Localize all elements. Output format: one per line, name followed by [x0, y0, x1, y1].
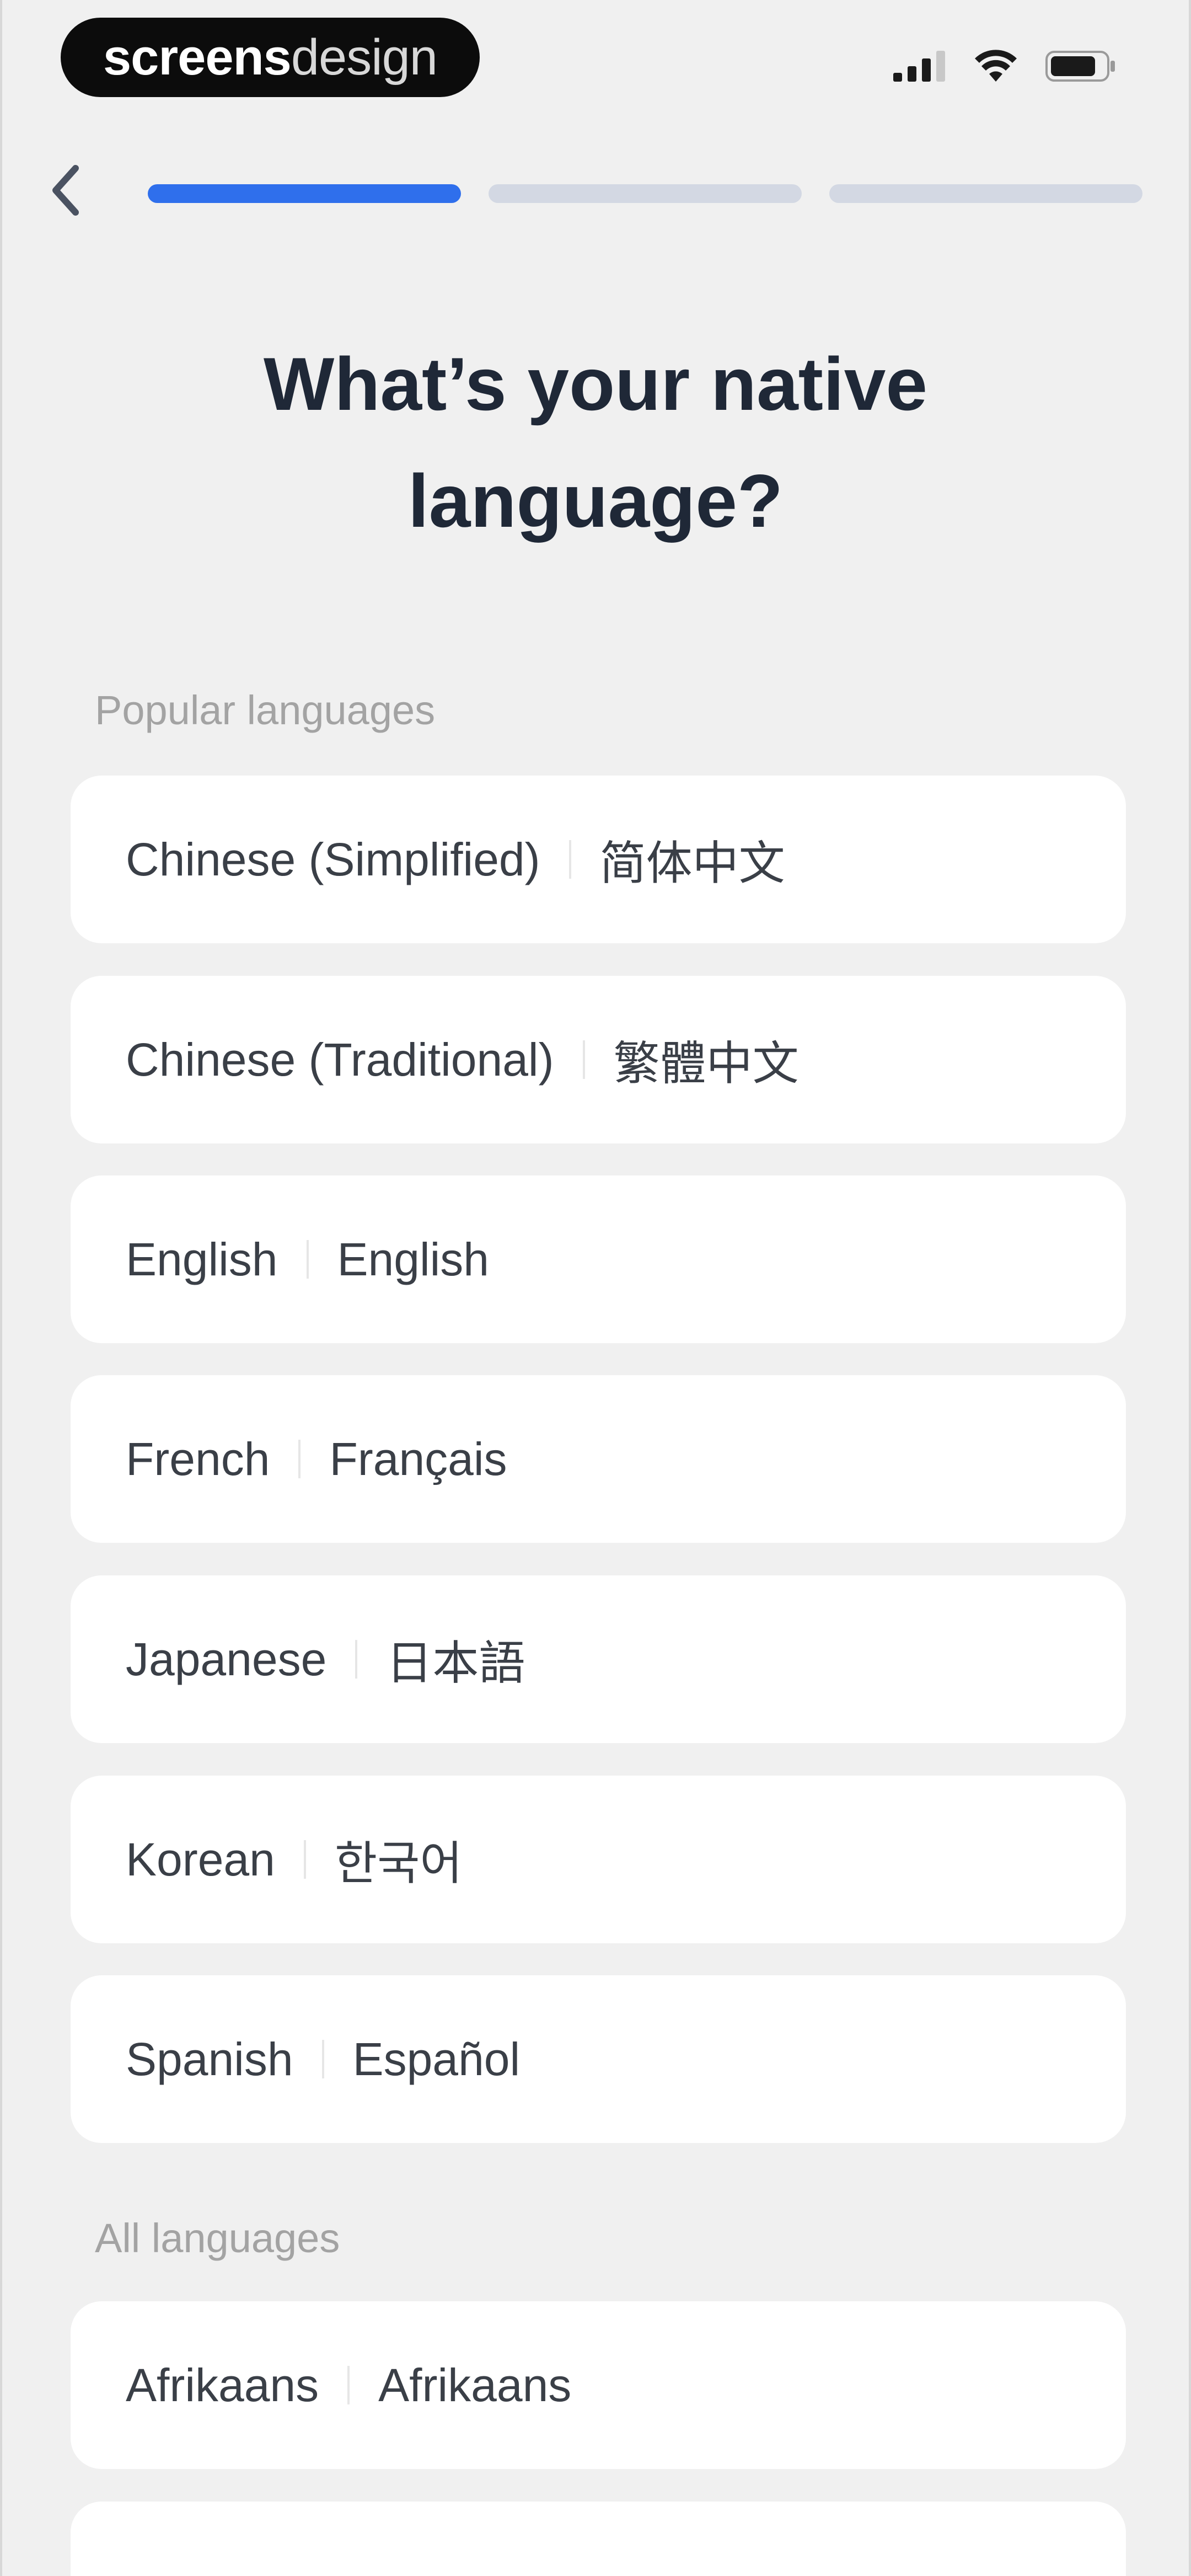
status-bar: screensdesign [2, 0, 1189, 116]
section-label-all: All languages [95, 2215, 340, 2261]
progress-step-1 [148, 184, 461, 203]
language-option-french[interactable]: French Français [71, 1375, 1126, 1543]
language-option-chinese-traditional[interactable]: Chinese (Traditional) 繁體中文 [71, 976, 1126, 1143]
language-name: Japanese [126, 1633, 327, 1685]
progress-step-3 [829, 184, 1142, 203]
language-name: French [126, 1433, 270, 1485]
language-option-afrikaans[interactable]: Afrikaans Afrikaans [71, 2301, 1126, 2469]
brand-badge: screensdesign [61, 18, 480, 97]
language-native-name: 简体中文 [599, 837, 785, 889]
brand-light: design [291, 29, 438, 85]
progress-indicator [148, 184, 1142, 203]
language-name: Korean [126, 1833, 275, 1885]
status-icons [893, 50, 1117, 83]
wifi-icon [974, 50, 1018, 83]
language-native-name: 日本語 [386, 1637, 525, 1689]
divider [321, 2040, 324, 2078]
language-option-chinese-simplified[interactable]: Chinese (Simplified) 简体中文 [71, 776, 1126, 943]
divider [582, 1040, 585, 1079]
language-native-name: Français [329, 1433, 507, 1485]
section-label-popular: Popular languages [95, 687, 436, 733]
language-option-korean[interactable]: Korean 한국어 [71, 1776, 1126, 1943]
brand-logo: screensdesign [103, 29, 438, 87]
divider [303, 1840, 306, 1879]
divider [298, 1440, 301, 1478]
progress-step-2 [489, 184, 802, 203]
divider [306, 1240, 309, 1279]
language-option-japanese[interactable]: Japanese 日本語 [71, 1575, 1126, 1743]
language-native-name: Español [352, 2033, 521, 2085]
language-name: English [126, 1233, 278, 1285]
top-nav [2, 160, 1189, 221]
back-button[interactable] [35, 160, 96, 221]
language-native-name: 繁體中文 [613, 1037, 799, 1089]
language-name: Chinese (Simplified) [126, 833, 540, 885]
language-native-name: Afrikaans [378, 2359, 572, 2411]
battery-icon [1045, 50, 1117, 83]
language-name: Chinese (Traditional) [126, 1033, 554, 1086]
language-option-next[interactable] [71, 2502, 1126, 2576]
divider [568, 840, 571, 879]
page-title: What’s your native language? [263, 342, 928, 543]
language-option-spanish[interactable]: Spanish Español [71, 1975, 1126, 2143]
chevron-left-icon [49, 163, 82, 218]
divider [355, 1640, 358, 1679]
language-name: Afrikaans [126, 2359, 319, 2411]
language-native-name: 한국어 [334, 1837, 463, 1889]
language-native-name: English [337, 1233, 490, 1285]
language-option-english[interactable]: English English [71, 1175, 1126, 1343]
brand-bold: screens [103, 29, 292, 85]
language-name: Spanish [126, 2033, 293, 2085]
screen: screensdesign What’s your native languag… [0, 0, 1191, 2576]
divider [347, 2366, 350, 2404]
signal-icon [893, 51, 946, 82]
